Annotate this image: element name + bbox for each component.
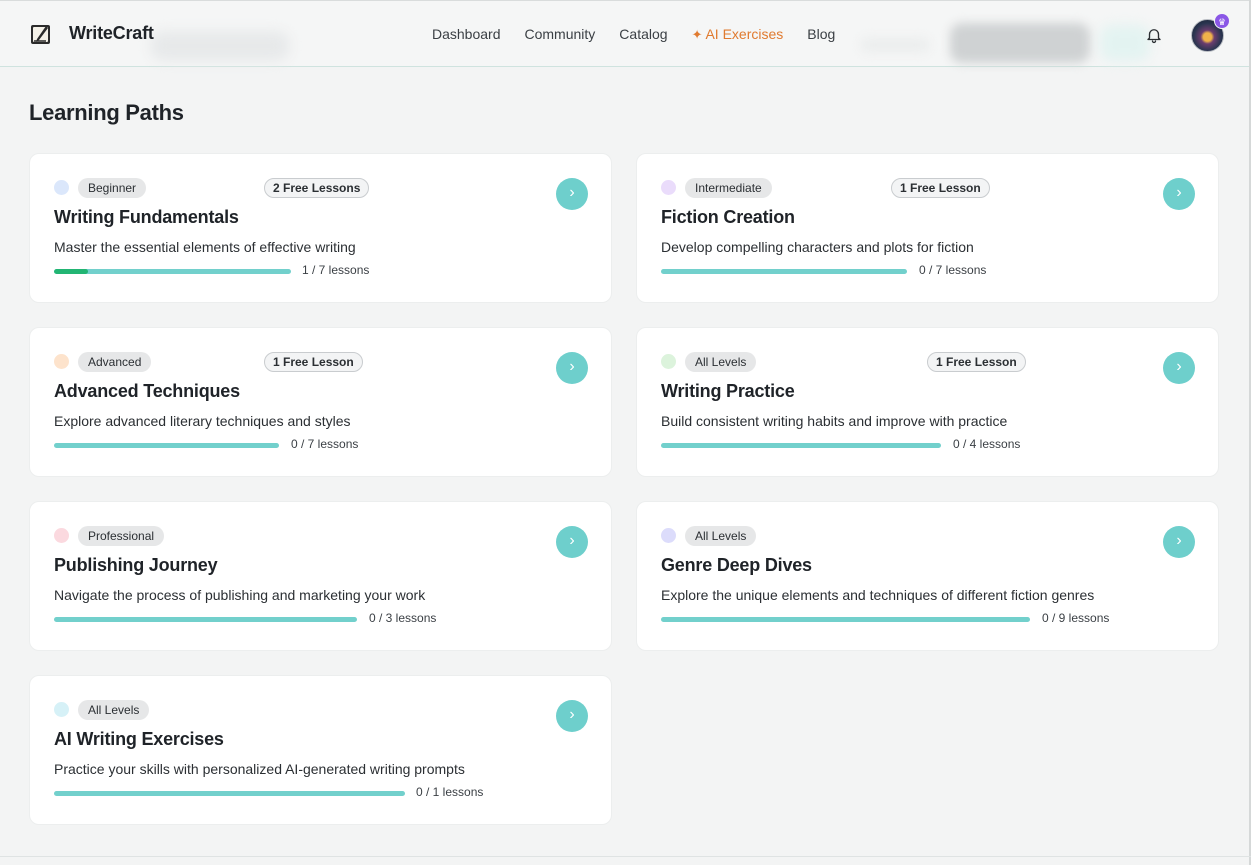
path-title: Publishing Journey	[54, 555, 218, 575]
page-title: Learning Paths	[29, 100, 184, 125]
main-nav: Dashboard Community Catalog ✦ AI Exercise…	[432, 26, 835, 43]
path-card-genre-deep-dives[interactable]: All Levels Genre Deep Dives Explore the …	[636, 501, 1219, 651]
progress-bar	[54, 443, 279, 448]
level-dot	[661, 180, 676, 195]
sparkle-icon: ✦	[691, 27, 703, 42]
lesson-count: 0 / 3 lessons	[369, 611, 437, 625]
lesson-count: 0 / 4 lessons	[953, 437, 1021, 451]
level-badge: All Levels	[685, 526, 757, 546]
level-badge: Intermediate	[685, 178, 772, 198]
path-description: Explore the unique elements and techniqu…	[661, 587, 1095, 603]
progress-bar	[54, 791, 405, 796]
path-description: Develop compelling characters and plots …	[661, 239, 974, 255]
free-lessons-badge: 1 Free Lesson	[927, 352, 1026, 372]
level-badge: Beginner	[78, 178, 147, 198]
chevron-right-icon[interactable]: ›	[1163, 526, 1195, 558]
crown-icon: ♛	[1214, 13, 1230, 29]
free-lessons-badge: 1 Free Lesson	[264, 352, 363, 372]
progress-bar	[54, 617, 357, 622]
path-card-publishing-journey[interactable]: Professional Publishing Journey Navigate…	[29, 501, 612, 651]
path-title: AI Writing Exercises	[54, 729, 224, 749]
path-description: Master the essential elements of effecti…	[54, 239, 356, 255]
path-card-advanced-techniques[interactable]: Advanced 1 Free Lesson Advanced Techniqu…	[29, 327, 612, 477]
top-navbar: WriteCraft Dashboard Community Catalog ✦…	[0, 1, 1249, 67]
level-dot	[54, 702, 69, 717]
lesson-count: 0 / 7 lessons	[291, 437, 359, 451]
brand-name[interactable]: WriteCraft	[69, 23, 154, 44]
progress-fill	[54, 269, 88, 274]
nav-blog[interactable]: Blog	[807, 26, 835, 43]
level-badge: All Levels	[685, 352, 757, 372]
lesson-count: 1 / 7 lessons	[302, 263, 370, 277]
chevron-right-icon[interactable]: ›	[1163, 178, 1195, 210]
nav-community[interactable]: Community	[525, 26, 596, 43]
progress-bar	[661, 443, 941, 448]
level-badge: All Levels	[78, 700, 150, 720]
path-description: Practice your skills with personalized A…	[54, 761, 465, 777]
level-badge: Advanced	[78, 352, 152, 372]
bell-icon[interactable]	[1145, 26, 1163, 44]
chevron-right-icon[interactable]: ›	[556, 526, 588, 558]
path-title: Writing Fundamentals	[54, 207, 239, 227]
path-title: Advanced Techniques	[54, 381, 240, 401]
nav-ai-exercises[interactable]: ✦ AI Exercises	[692, 26, 784, 43]
progress-bar	[54, 269, 291, 274]
path-description: Navigate the process of publishing and m…	[54, 587, 426, 603]
level-dot	[661, 528, 676, 543]
level-dot	[661, 354, 676, 369]
lesson-count: 0 / 1 lessons	[416, 785, 484, 799]
level-dot	[54, 354, 69, 369]
blurred-region	[150, 31, 290, 61]
lesson-count: 0 / 9 lessons	[1042, 611, 1110, 625]
quill-book-icon[interactable]	[29, 22, 53, 46]
lesson-count: 0 / 7 lessons	[919, 263, 987, 277]
level-dot	[54, 180, 69, 195]
path-title: Writing Practice	[661, 381, 795, 401]
path-card-fiction-creation[interactable]: Intermediate 1 Free Lesson Fiction Creat…	[636, 153, 1219, 303]
path-card-writing-fundamentals[interactable]: Beginner 2 Free Lessons Writing Fundamen…	[29, 153, 612, 303]
blurred-region	[950, 23, 1090, 63]
chevron-right-icon[interactable]: ›	[556, 178, 588, 210]
progress-bar	[661, 617, 1030, 622]
path-description: Build consistent writing habits and impr…	[661, 413, 1008, 429]
level-dot	[54, 528, 69, 543]
level-badge: Professional	[78, 526, 165, 546]
path-title: Genre Deep Dives	[661, 555, 812, 575]
path-description: Explore advanced literary techniques and…	[54, 413, 351, 429]
chevron-right-icon[interactable]: ›	[1163, 352, 1195, 384]
blurred-region	[1100, 25, 1150, 61]
blurred-region	[860, 37, 930, 53]
nav-dashboard[interactable]: Dashboard	[432, 26, 501, 43]
path-title: Fiction Creation	[661, 207, 795, 227]
footer-divider	[0, 856, 1251, 857]
chevron-right-icon[interactable]: ›	[556, 352, 588, 384]
nav-ai-exercises-label: AI Exercises	[705, 26, 784, 42]
path-card-writing-practice[interactable]: All Levels 1 Free Lesson Writing Practic…	[636, 327, 1219, 477]
free-lessons-badge: 2 Free Lessons	[264, 178, 370, 198]
free-lessons-badge: 1 Free Lesson	[891, 178, 990, 198]
chevron-right-icon[interactable]: ›	[556, 700, 588, 732]
nav-catalog[interactable]: Catalog	[619, 26, 667, 43]
progress-bar	[661, 269, 907, 274]
path-card-ai-writing-exercises[interactable]: All Levels AI Writing Exercises Practice…	[29, 675, 612, 825]
